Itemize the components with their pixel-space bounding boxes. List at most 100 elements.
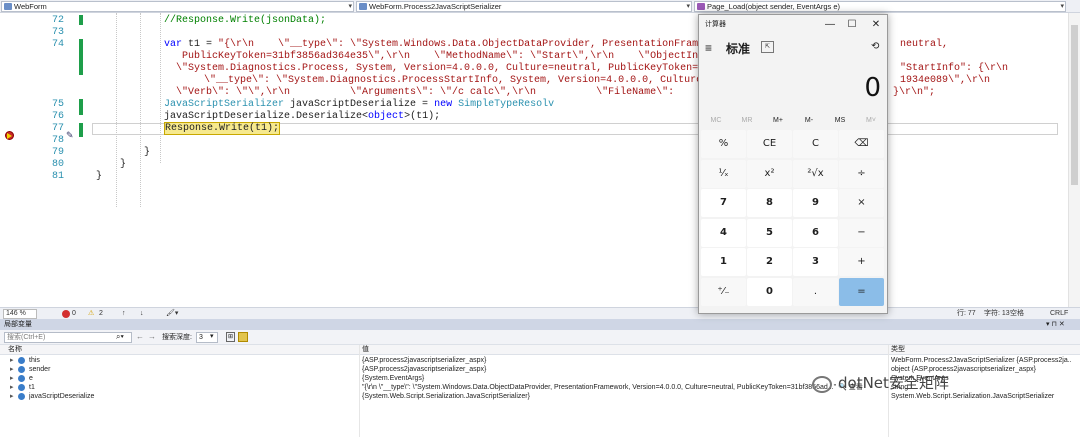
code-token: SimpleTypeResolv [458,99,555,110]
eol-indicator[interactable]: CRLF [1050,308,1068,319]
pencil-icon[interactable]: ✎ [66,130,74,141]
memory-button[interactable]: MR [732,117,762,124]
window-options-icon[interactable]: ▾ ⊓ ✕ [1046,319,1065,330]
memory-button[interactable]: M- [794,117,824,124]
header-type[interactable]: 类型 [891,345,905,355]
calc-key[interactable]: 1 [701,248,746,276]
zoom-level[interactable]: 146 % [3,309,37,319]
code-token: new [434,99,453,110]
class-icon [359,3,367,10]
calc-key[interactable]: ⌫ [839,130,884,158]
expand-icon[interactable]: ▸ [10,356,16,365]
change-marker [79,39,83,75]
pin-icon[interactable]: ⊞ [226,332,235,342]
error-icon[interactable] [62,310,70,318]
locals-row[interactable]: ▸ this {ASP.process2javascriptserializer_a… [0,356,1080,365]
spaces-indicator[interactable]: 空格 [1010,308,1024,319]
calc-key[interactable]: ⁺⁄₋ [701,277,746,306]
locals-row[interactable]: ▸ javaScriptDeserialize {System.Web.Script… [0,392,1080,401]
warning-icon[interactable]: ⚠ [88,308,94,319]
calc-key[interactable]: 6 [793,218,838,247]
code-line[interactable]: //Response.Write(jsonData); [164,15,1080,27]
search-input[interactable]: 搜索(Ctrl+E) [4,332,132,343]
calc-key[interactable]: . [793,277,838,306]
calc-key[interactable]: 7 [701,189,746,217]
code-line[interactable]: javaScriptDeserialize.Deserialize<object… [164,111,1080,123]
calc-key[interactable]: 5 [747,218,792,247]
memory-button[interactable]: MC [701,117,731,124]
calc-key[interactable]: 4 [701,218,746,247]
variable-value: {ASP.process2javascriptserializer_aspx} [362,366,487,373]
calc-key[interactable]: % [701,130,746,158]
calc-key[interactable]: × [839,189,884,217]
class-dropdown[interactable]: WebForm.Process2JavaScriptSerializer ▾ [356,1,692,12]
line-number: 78 [51,135,64,146]
chevron-down-icon: ▾ [686,3,690,10]
expand-icon[interactable]: ▸ [10,383,16,392]
depth-select[interactable]: 3 [196,332,218,343]
back-icon[interactable]: ← [136,332,144,341]
calc-key[interactable]: − [839,218,884,247]
expand-icon[interactable]: ▸ [10,374,16,383]
expand-icon[interactable]: ▸ [10,365,16,374]
keep-on-top-icon[interactable]: ⇱ [761,41,774,53]
code-fragment: "StartInfo": {\r\n [900,63,1009,74]
change-marker [79,99,83,115]
code-line[interactable]: PublicKeyToken=31bf3856ad364e35\",\r\n \… [170,51,1080,63]
chevron-down-icon: ▾ [1060,3,1064,10]
line-number: 76 [51,111,64,122]
calc-key[interactable]: x² [747,159,792,188]
code-line[interactable]: Response.Write(t1); [164,122,1080,135]
vertical-scrollbar[interactable] [1068,13,1080,307]
calc-key[interactable]: 2 [747,248,792,276]
memory-button[interactable]: MS [825,117,855,124]
calc-key[interactable]: ²√x [793,159,838,188]
code-line[interactable]: } [120,159,1080,171]
maximize-icon[interactable]: ☐ [841,15,863,35]
method-dropdown[interactable]: Page_Load(object sender, EventArgs e) ▾ [694,1,1066,12]
scrollbar-thumb[interactable] [1071,25,1078,185]
expand-icon[interactable]: ▸ [10,392,16,401]
code-token: >(t1); [404,111,441,122]
variable-icon [18,357,25,364]
close-icon[interactable]: ✕ [865,15,887,35]
calc-key[interactable]: + [839,248,884,276]
wechat-logo-icon [812,376,832,393]
code-line[interactable]: } [96,171,1080,183]
search-icon[interactable]: ⌕▾ [116,332,124,342]
code-token: var [164,39,183,50]
arrow-down-icon[interactable]: ↓ [140,308,144,319]
header-name[interactable]: 名称 [8,345,22,355]
memory-button[interactable]: M+ [763,117,793,124]
history-icon[interactable]: ⟲ [871,41,879,52]
visualize-icon[interactable] [238,332,248,342]
code-token: //Response.Write(jsonData); [164,15,327,26]
variable-name: javaScriptDeserialize [29,393,95,400]
code-fragment: 1934e089\",\r\n [900,75,991,86]
calc-key[interactable]: 3 [793,248,838,276]
code-token: t1 = [182,39,219,50]
header-value[interactable]: 值 [362,345,369,355]
navigation-bar: WebForm ▾ WebForm.Process2JavaScriptSeri… [0,0,1080,13]
memory-button[interactable]: M˅ [856,117,886,124]
calc-key[interactable]: ¹⁄ₓ [701,159,746,188]
line-number: 75 [51,99,64,110]
forward-icon[interactable]: → [148,332,156,341]
project-dropdown[interactable]: WebForm ▾ [1,1,354,12]
calc-key[interactable]: 8 [747,189,792,217]
chevron-down-icon[interactable]: ▾ [210,332,214,340]
depth-label: 搜索深度: [162,334,192,341]
brush-icon[interactable]: 🖌▾ [166,308,178,319]
code-line[interactable]: } [144,147,1080,159]
calc-key[interactable]: = [839,277,884,306]
calc-key[interactable]: CE [747,130,792,158]
calc-key[interactable]: C [793,130,838,158]
arrow-up-icon[interactable]: ↑ [122,308,126,319]
calc-key[interactable]: ÷ [839,159,884,188]
calc-key[interactable]: 0 [747,277,792,306]
code-editor[interactable]: 72 73 74 75 76 77 78 79 80 81 //Response.Write(js… [0,13,1080,307]
menu-icon[interactable]: ≡ [705,41,712,55]
calc-key[interactable]: 9 [793,189,838,217]
minimize-icon[interactable]: — [819,15,841,35]
code-line[interactable]: JavaScriptSerializer javaScriptDeseriali… [164,99,1080,111]
